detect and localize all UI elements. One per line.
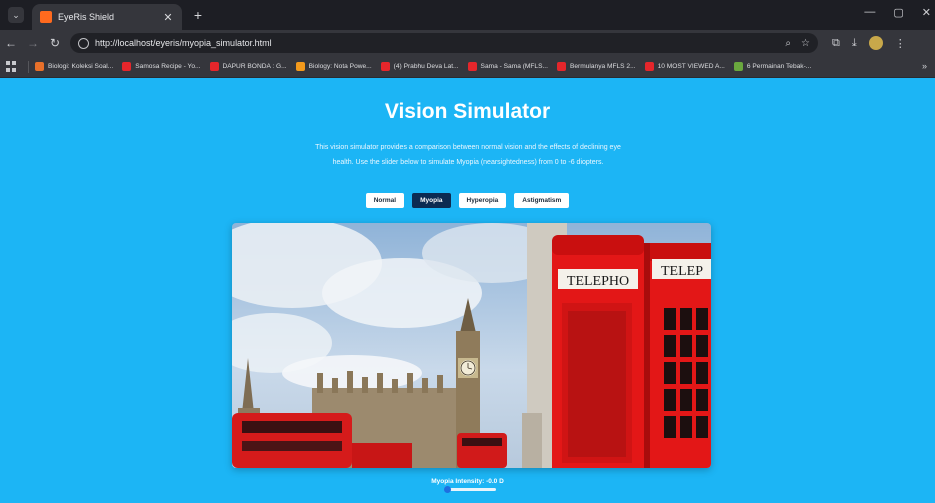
bookmark-label: (4) Prabhu Deva Lat... — [393, 63, 459, 70]
menu-kebab-icon[interactable]: ⋮ — [895, 37, 906, 50]
bookmark-item[interactable]: 10 MOST VIEWED A... — [644, 62, 725, 71]
bookmark-favicon-icon — [467, 62, 477, 71]
bookmark-item[interactable]: Biology: Nota Powe... — [295, 62, 372, 71]
bookmark-favicon-icon — [733, 62, 743, 71]
apps-grid-icon[interactable] — [6, 60, 18, 73]
bookmark-item[interactable]: Sama - Sama (MFLS... — [467, 62, 548, 71]
simulation-image: TELEPHO TELEP — [232, 223, 711, 468]
extensions-icon[interactable]: ⧉ — [832, 37, 840, 50]
slider-thumb[interactable] — [444, 486, 451, 493]
bookmark-star-icon[interactable]: ☆ — [801, 38, 810, 49]
bookmark-label: Sama - Sama (MFLS... — [480, 63, 548, 70]
tab-strip: ⌄ EyeRis Shield ✕ + — ▢ ✕ — [0, 0, 935, 30]
bookmark-label: 6 Permainan Tebak-... — [746, 63, 812, 70]
site-info-icon[interactable] — [78, 37, 89, 49]
myopia-intensity-label: Myopia Intensity: -0.0 D — [431, 478, 504, 485]
mode-button-normal[interactable]: Normal — [365, 193, 405, 208]
london-scene-illustration: TELEPHO TELEP — [232, 223, 711, 468]
bookmark-label: 10 MOST VIEWED A... — [657, 63, 725, 70]
bookmark-favicon-icon — [122, 62, 132, 71]
bookmarks-bar: Biologi: Koleksi Soal... Samosa Recipe - … — [0, 56, 935, 78]
mode-buttons: Normal Myopia Hyperopia Astigmatism — [0, 193, 935, 208]
new-tab-button[interactable]: + — [190, 7, 206, 23]
minimize-button[interactable]: — — [864, 6, 875, 19]
profile-avatar[interactable] — [868, 36, 883, 50]
bookmark-favicon-icon — [35, 62, 44, 71]
bookmark-favicon-icon — [209, 62, 219, 71]
bookmark-label: DAPUR BONDA : G... — [222, 63, 287, 70]
mode-button-hyperopia[interactable]: Hyperopia — [458, 193, 507, 208]
download-icon[interactable]: ⤓ — [852, 37, 857, 50]
bookmark-label: Samosa Recipe - Yo... — [135, 63, 201, 70]
back-arrow-icon[interactable]: ← — [0, 36, 22, 50]
tab-close-icon[interactable]: ✕ — [162, 11, 174, 24]
bookmarks-divider — [28, 60, 29, 73]
bookmark-item[interactable]: Samosa Recipe - Yo... — [122, 62, 201, 71]
toolbar: ← → ↻ http://localhost/eyeris/myopia_sim… — [0, 30, 935, 56]
mode-button-astigmatism[interactable]: Astigmatism — [514, 193, 570, 208]
restore-button[interactable]: ▢ — [893, 6, 903, 19]
bookmark-favicon-icon — [380, 62, 390, 71]
close-window-button[interactable]: ✕ — [922, 6, 931, 19]
bookmark-label: Biology: Nota Powe... — [308, 63, 372, 70]
bookmark-favicon-icon — [295, 62, 305, 71]
tab-title: EyeRis Shield — [58, 12, 115, 22]
bookmark-item[interactable]: DAPUR BONDA : G... — [209, 62, 287, 71]
bookmark-item[interactable]: (4) Prabhu Deva Lat... — [380, 62, 459, 71]
zoom-icon[interactable]: ⌕ — [785, 38, 791, 49]
address-bar[interactable]: http://localhost/eyeris/myopia_simulator… — [70, 33, 818, 53]
bookmark-item[interactable]: Biologi: Koleksi Soal... — [35, 62, 113, 71]
tab-search-icon[interactable]: ⌄ — [8, 7, 24, 23]
forward-arrow-icon[interactable]: → — [22, 36, 44, 50]
browser-tab[interactable]: EyeRis Shield ✕ — [32, 4, 182, 30]
phone-box-sign-right: TELEP — [661, 264, 703, 279]
bookmark-label: Bermulanya MFLS 2... — [569, 63, 636, 70]
phone-box-sign-left: TELEPHO — [567, 274, 629, 289]
window-controls: — ▢ ✕ — [864, 6, 931, 19]
eyeris-favicon-icon — [40, 11, 52, 23]
mode-button-myopia[interactable]: Myopia — [412, 193, 451, 208]
bookmark-label: Biologi: Koleksi Soal... — [48, 63, 114, 70]
reload-icon[interactable]: ↻ — [44, 36, 66, 50]
myopia-intensity-slider[interactable] — [444, 486, 496, 493]
page-description: This vision simulator provides a compari… — [315, 144, 621, 166]
bookmark-favicon-icon — [644, 62, 654, 71]
bookmark-favicon-icon — [556, 62, 566, 71]
bookmark-item[interactable]: Bermulanya MFLS 2... — [556, 62, 636, 71]
page-content: Vision Simulator This vision simulator p… — [0, 78, 935, 503]
url-text[interactable]: http://localhost/eyeris/myopia_simulator… — [95, 38, 785, 48]
bookmarks-overflow-button[interactable]: » — [922, 61, 927, 71]
bookmark-item[interactable]: 6 Permainan Tebak-... — [733, 62, 812, 71]
page-title: Vision Simulator — [384, 100, 551, 123]
